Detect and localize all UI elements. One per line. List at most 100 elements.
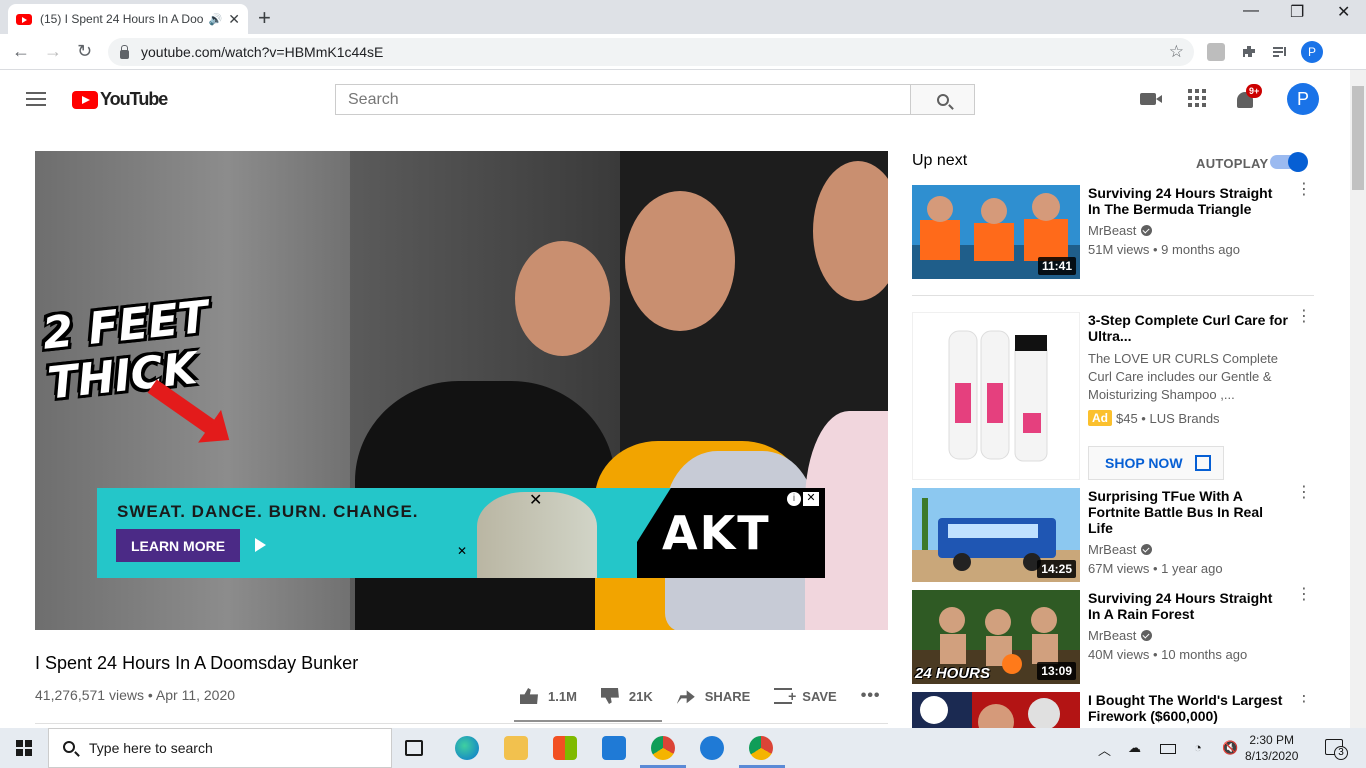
speaker-icon[interactable]: 🔊: [209, 13, 223, 26]
create-video-icon[interactable]: [1140, 93, 1162, 105]
hamburger-menu-icon[interactable]: [26, 92, 46, 106]
account-avatar[interactable]: P: [1287, 83, 1319, 115]
search-icon: [63, 741, 75, 753]
sponsored-ad-card[interactable]: 3-Step Complete Curl Care for Ultra... T…: [912, 309, 1314, 480]
taskbar-clock[interactable]: 2:30 PM 8/13/2020: [1245, 732, 1298, 764]
volume-muted-icon[interactable]: 🔇: [1222, 740, 1238, 756]
extension-icon[interactable]: [1207, 43, 1225, 61]
tab-title: (15) I Spent 24 Hours In A Doomsday Bunk…: [40, 12, 203, 26]
scrollbar-thumb[interactable]: [1352, 86, 1364, 190]
ad-close-icon[interactable]: ✕: [803, 492, 819, 506]
video-actions: 1.1M 21K SHARE SAVE •••: [520, 687, 905, 705]
chrome-profile-app-icon[interactable]: [749, 736, 773, 760]
youtube-logo[interactable]: YouTube: [72, 89, 168, 110]
video-thumbnail[interactable]: 24 HOURS 13:09: [912, 590, 1080, 684]
recommended-video[interactable]: 11:41 Surviving 24 Hours Straight In The…: [912, 182, 1314, 279]
forward-arrow-icon[interactable]: →: [44, 41, 62, 62]
up-next-heading: Up next: [912, 152, 968, 169]
channel-name[interactable]: MrBeast: [1088, 542, 1288, 557]
ad-price-brand: $45 • LUS Brands: [1116, 410, 1220, 426]
recommended-video[interactable]: 14:25 Surprising TFue With A Fortnite Ba…: [912, 485, 1314, 582]
restore-button[interactable]: ❐: [1290, 2, 1304, 22]
ad-title[interactable]: 3-Step Complete Curl Care for Ultra...: [1088, 312, 1288, 344]
ad-description: The LOVE UR CURLS Complete Curl Care inc…: [1088, 351, 1279, 402]
card-more-icon[interactable]: ⋮: [1296, 309, 1312, 325]
browser-tab-youtube[interactable]: (15) I Spent 24 Hours In A Doomsday Bunk…: [8, 4, 248, 34]
browser-toolbar: ← → ↻ youtube.com/watch?v=HBMmK1c44sE ☆ …: [0, 34, 1366, 94]
card-more-icon[interactable]: ⋮: [1296, 182, 1312, 198]
task-view-icon[interactable]: [405, 740, 423, 756]
ad-play-icon: [255, 538, 266, 552]
onedrive-cloud-icon[interactable]: ☁: [1128, 740, 1141, 756]
save-button[interactable]: SAVE: [774, 688, 837, 704]
edge-browser-icon[interactable]: [455, 736, 479, 760]
channel-name[interactable]: MrBeast: [1088, 223, 1288, 238]
wifi-icon[interactable]: ◔: [1194, 740, 1202, 755]
lock-icon[interactable]: [120, 44, 129, 59]
recommended-video[interactable]: I Bought The World's Largest Firework ($…: [912, 692, 1314, 728]
search-input[interactable]: Search: [335, 84, 911, 115]
ad-badge: Ad: [1088, 410, 1112, 426]
reload-icon[interactable]: ↻: [77, 41, 92, 62]
more-actions-icon[interactable]: •••: [861, 687, 881, 705]
media-control-icon[interactable]: [1271, 43, 1289, 61]
search-button[interactable]: [910, 84, 975, 115]
taskbar-search-input[interactable]: Type here to search: [48, 728, 392, 768]
battery-icon[interactable]: [1160, 744, 1176, 754]
verified-check-icon: [1141, 630, 1153, 641]
puzzle-extensions-icon[interactable]: [1240, 43, 1258, 61]
channel-name[interactable]: MrBeast: [1088, 628, 1288, 643]
back-arrow-icon[interactable]: ←: [12, 41, 30, 62]
bookmark-star-icon[interactable]: ☆: [1169, 42, 1184, 62]
share-arrow-icon: [676, 690, 695, 704]
tray-chevron-icon[interactable]: ︿: [1098, 740, 1111, 759]
mail-icon[interactable]: [602, 736, 626, 760]
video-info: Surviving 24 Hours Straight In The Bermu…: [1088, 185, 1288, 257]
autoplay-toggle[interactable]: [1270, 152, 1308, 172]
windows-taskbar: Type here to search ︿ ☁ ◔ 🔇 2:30 PM 8/13…: [0, 728, 1366, 768]
dislike-button[interactable]: 21K: [600, 688, 653, 704]
video-info: Surviving 24 Hours Straight In A Rain Fo…: [1088, 590, 1288, 662]
like-button[interactable]: 1.1M: [520, 688, 577, 704]
tab-close-icon[interactable]: ✕: [228, 11, 240, 28]
recommended-video[interactable]: 24 HOURS 13:09 Surviving 24 Hours Straig…: [912, 587, 1314, 684]
card-more-icon[interactable]: ⋮: [1296, 587, 1312, 603]
share-button[interactable]: SHARE: [676, 688, 750, 704]
like-dislike-bar: [514, 720, 662, 722]
clock-time: 2:30 PM: [1249, 733, 1295, 747]
chrome-app-icon[interactable]: [651, 736, 675, 760]
page-scrollbar[interactable]: [1350, 70, 1366, 728]
video-card-title[interactable]: Surviving 24 Hours Straight In A Rain Fo…: [1088, 590, 1288, 622]
video-thumbnail[interactable]: 11:41: [912, 185, 1080, 279]
video-card-title[interactable]: Surprising TFue With A Fortnite Battle B…: [1088, 488, 1288, 536]
video-frame-head: [625, 191, 735, 331]
chrome-profile-avatar[interactable]: P: [1301, 41, 1323, 63]
windows-start-icon[interactable]: [16, 740, 32, 756]
pinned-app-icon[interactable]: [700, 736, 724, 760]
video-duration: 14:25: [1037, 560, 1076, 578]
video-card-title[interactable]: Surviving 24 Hours Straight In The Bermu…: [1088, 185, 1288, 217]
channel-label: MrBeast: [1088, 628, 1137, 643]
video-meta: 41,276,571 views • Apr 11, 2020: [35, 687, 236, 703]
address-bar[interactable]: youtube.com/watch?v=HBMmK1c44sE ☆: [108, 38, 1194, 66]
file-explorer-icon[interactable]: [504, 736, 528, 760]
video-duration: 11:41: [1037, 257, 1076, 275]
shop-now-button[interactable]: SHOP NOW: [1088, 446, 1224, 480]
microsoft-store-icon[interactable]: [553, 736, 577, 760]
apps-grid-icon[interactable]: [1188, 89, 1206, 107]
overlay-ad-banner[interactable]: SWEAT. DANCE. BURN. CHANGE. LEARN MORE ✕…: [97, 488, 825, 578]
close-window-button[interactable]: ✕: [1337, 2, 1350, 22]
video-thumbnail[interactable]: [912, 692, 1080, 728]
card-more-icon[interactable]: ⋮: [1296, 692, 1312, 705]
new-tab-button[interactable]: +: [258, 5, 271, 31]
video-card-title[interactable]: I Bought The World's Largest Firework ($…: [1088, 692, 1288, 724]
ad-learn-more-button[interactable]: LEARN MORE: [116, 529, 240, 562]
video-thumbnail[interactable]: 14:25: [912, 488, 1080, 582]
ad-info-icon[interactable]: i: [787, 492, 801, 506]
clock-date: 8/13/2020: [1245, 749, 1299, 763]
minimize-button[interactable]: —: [1243, 2, 1259, 20]
card-more-icon[interactable]: ⋮: [1296, 485, 1312, 501]
ad-product-image[interactable]: [912, 312, 1080, 480]
video-overlay-text: 2 FEET THICK: [40, 292, 216, 410]
sidebar-divider: [912, 295, 1314, 296]
